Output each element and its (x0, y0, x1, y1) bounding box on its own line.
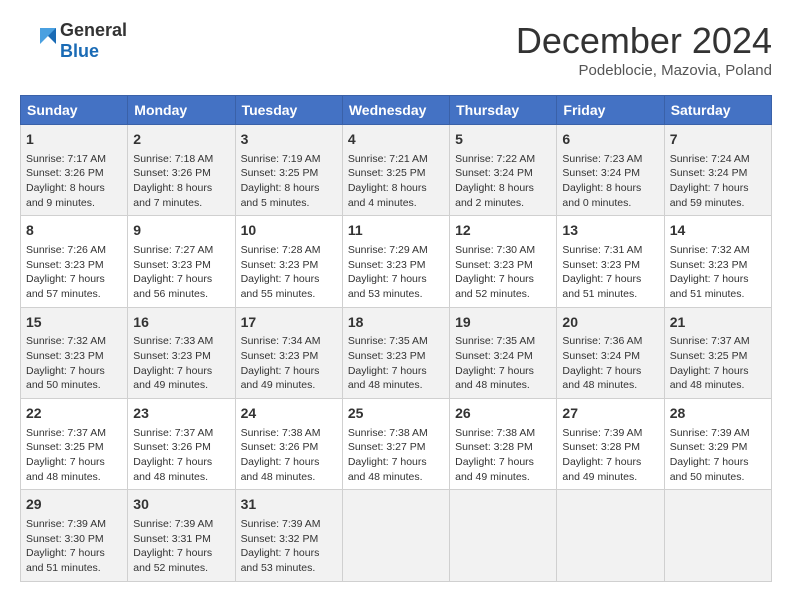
calendar-cell: 7Sunrise: 7:24 AMSunset: 3:24 PMDaylight… (664, 125, 771, 216)
calendar-cell: 5Sunrise: 7:22 AMSunset: 3:24 PMDaylight… (450, 125, 557, 216)
day-number: 5 (455, 130, 551, 150)
day-number: 24 (241, 404, 337, 424)
calendar-cell (664, 490, 771, 581)
day-number: 9 (133, 221, 229, 241)
day-number: 2 (133, 130, 229, 150)
day-number: 27 (562, 404, 658, 424)
day-number: 3 (241, 130, 337, 150)
calendar-table: Sunday Monday Tuesday Wednesday Thursday… (20, 95, 772, 582)
calendar-cell: 24Sunrise: 7:38 AMSunset: 3:26 PMDayligh… (235, 399, 342, 490)
col-monday: Monday (128, 96, 235, 125)
calendar-cell: 26Sunrise: 7:38 AMSunset: 3:28 PMDayligh… (450, 399, 557, 490)
day-number: 17 (241, 313, 337, 333)
calendar-cell: 13Sunrise: 7:31 AMSunset: 3:23 PMDayligh… (557, 216, 664, 307)
day-number: 22 (26, 404, 122, 424)
day-number: 30 (133, 495, 229, 515)
calendar-cell: 10Sunrise: 7:28 AMSunset: 3:23 PMDayligh… (235, 216, 342, 307)
col-thursday: Thursday (450, 96, 557, 125)
day-number: 4 (348, 130, 444, 150)
day-number: 20 (562, 313, 658, 333)
day-number: 1 (26, 130, 122, 150)
day-number: 23 (133, 404, 229, 424)
calendar-cell: 28Sunrise: 7:39 AMSunset: 3:29 PMDayligh… (664, 399, 771, 490)
calendar-cell: 4Sunrise: 7:21 AMSunset: 3:25 PMDaylight… (342, 125, 449, 216)
day-number: 8 (26, 221, 122, 241)
day-number: 14 (670, 221, 766, 241)
calendar-cell: 15Sunrise: 7:32 AMSunset: 3:23 PMDayligh… (21, 307, 128, 398)
calendar-cell: 2Sunrise: 7:18 AMSunset: 3:26 PMDaylight… (128, 125, 235, 216)
logo-general: General (60, 20, 127, 40)
calendar-cell: 19Sunrise: 7:35 AMSunset: 3:24 PMDayligh… (450, 307, 557, 398)
logo-blue: Blue (60, 41, 99, 61)
calendar-cell: 20Sunrise: 7:36 AMSunset: 3:24 PMDayligh… (557, 307, 664, 398)
calendar-cell: 16Sunrise: 7:33 AMSunset: 3:23 PMDayligh… (128, 307, 235, 398)
col-friday: Friday (557, 96, 664, 125)
calendar-cell: 31Sunrise: 7:39 AMSunset: 3:32 PMDayligh… (235, 490, 342, 581)
location-subtitle: Podeblocie, Mazovia, Poland (516, 62, 772, 79)
month-title: December 2024 (516, 20, 772, 62)
calendar-cell: 21Sunrise: 7:37 AMSunset: 3:25 PMDayligh… (664, 307, 771, 398)
calendar-cell: 30Sunrise: 7:39 AMSunset: 3:31 PMDayligh… (128, 490, 235, 581)
calendar-cell: 14Sunrise: 7:32 AMSunset: 3:23 PMDayligh… (664, 216, 771, 307)
calendar-cell: 23Sunrise: 7:37 AMSunset: 3:26 PMDayligh… (128, 399, 235, 490)
calendar-week-row: 1Sunrise: 7:17 AMSunset: 3:26 PMDaylight… (21, 125, 772, 216)
calendar-cell: 17Sunrise: 7:34 AMSunset: 3:23 PMDayligh… (235, 307, 342, 398)
day-number: 18 (348, 313, 444, 333)
day-number: 25 (348, 404, 444, 424)
calendar-cell: 9Sunrise: 7:27 AMSunset: 3:23 PMDaylight… (128, 216, 235, 307)
calendar-cell: 1Sunrise: 7:17 AMSunset: 3:26 PMDaylight… (21, 125, 128, 216)
calendar-week-row: 29Sunrise: 7:39 AMSunset: 3:30 PMDayligh… (21, 490, 772, 581)
calendar-cell (342, 490, 449, 581)
calendar-week-row: 8Sunrise: 7:26 AMSunset: 3:23 PMDaylight… (21, 216, 772, 307)
day-number: 19 (455, 313, 551, 333)
day-number: 26 (455, 404, 551, 424)
logo: General Blue (20, 20, 127, 62)
day-number: 15 (26, 313, 122, 333)
day-number: 7 (670, 130, 766, 150)
day-number: 29 (26, 495, 122, 515)
day-number: 13 (562, 221, 658, 241)
title-section: December 2024 Podeblocie, Mazovia, Polan… (516, 20, 772, 79)
day-number: 6 (562, 130, 658, 150)
day-number: 16 (133, 313, 229, 333)
calendar-cell: 18Sunrise: 7:35 AMSunset: 3:23 PMDayligh… (342, 307, 449, 398)
col-saturday: Saturday (664, 96, 771, 125)
calendar-cell: 11Sunrise: 7:29 AMSunset: 3:23 PMDayligh… (342, 216, 449, 307)
calendar-header-row: Sunday Monday Tuesday Wednesday Thursday… (21, 96, 772, 125)
logo-icon (20, 26, 56, 56)
header: General Blue December 2024 Podeblocie, M… (20, 20, 772, 79)
calendar-cell: 29Sunrise: 7:39 AMSunset: 3:30 PMDayligh… (21, 490, 128, 581)
calendar-week-row: 22Sunrise: 7:37 AMSunset: 3:25 PMDayligh… (21, 399, 772, 490)
day-number: 31 (241, 495, 337, 515)
calendar-cell: 22Sunrise: 7:37 AMSunset: 3:25 PMDayligh… (21, 399, 128, 490)
calendar-cell: 6Sunrise: 7:23 AMSunset: 3:24 PMDaylight… (557, 125, 664, 216)
col-wednesday: Wednesday (342, 96, 449, 125)
calendar-cell (557, 490, 664, 581)
day-number: 11 (348, 221, 444, 241)
calendar-cell: 12Sunrise: 7:30 AMSunset: 3:23 PMDayligh… (450, 216, 557, 307)
day-number: 21 (670, 313, 766, 333)
logo-text: General Blue (60, 20, 127, 62)
day-number: 10 (241, 221, 337, 241)
calendar-cell (450, 490, 557, 581)
col-tuesday: Tuesday (235, 96, 342, 125)
calendar-cell: 27Sunrise: 7:39 AMSunset: 3:28 PMDayligh… (557, 399, 664, 490)
col-sunday: Sunday (21, 96, 128, 125)
day-number: 12 (455, 221, 551, 241)
calendar-cell: 8Sunrise: 7:26 AMSunset: 3:23 PMDaylight… (21, 216, 128, 307)
calendar-cell: 3Sunrise: 7:19 AMSunset: 3:25 PMDaylight… (235, 125, 342, 216)
day-number: 28 (670, 404, 766, 424)
calendar-week-row: 15Sunrise: 7:32 AMSunset: 3:23 PMDayligh… (21, 307, 772, 398)
calendar-cell: 25Sunrise: 7:38 AMSunset: 3:27 PMDayligh… (342, 399, 449, 490)
